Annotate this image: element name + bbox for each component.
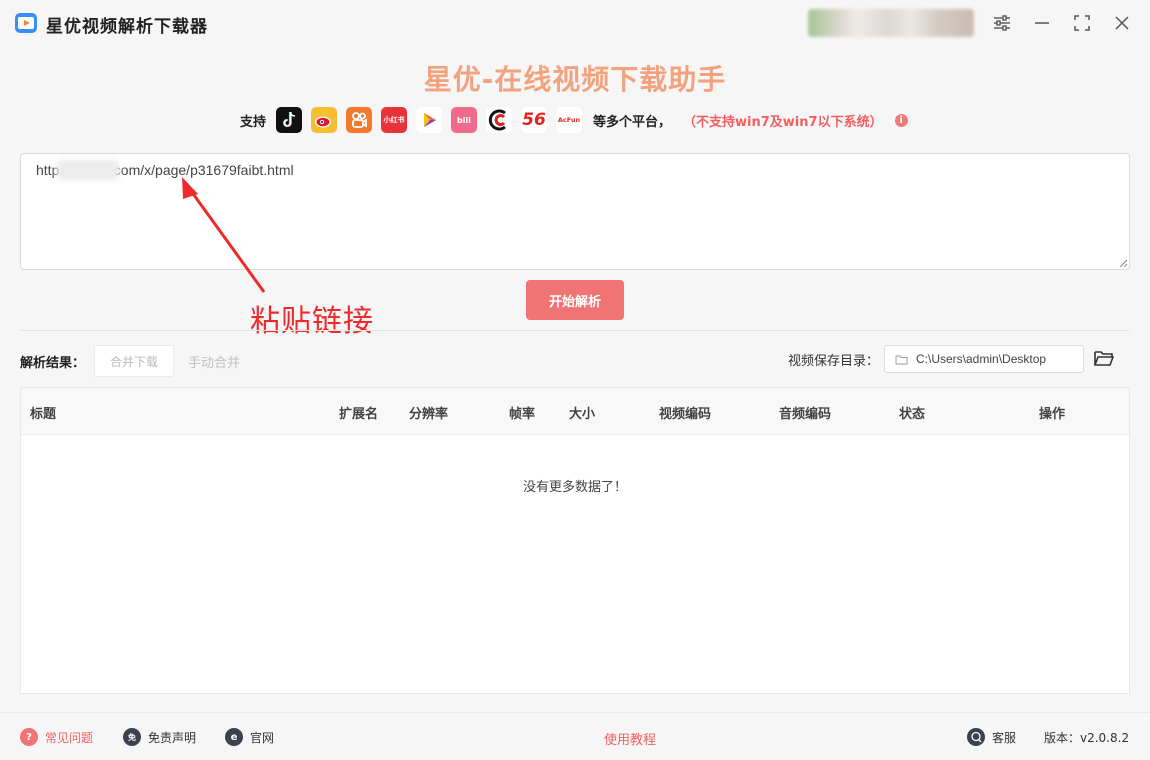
title-bar: 星优视频解析下载器 — [0, 0, 1150, 46]
tutorial-link[interactable]: 使用教程 — [604, 729, 656, 748]
website-link[interactable]: e 官网 — [225, 728, 274, 746]
kuaishou-icon — [346, 107, 373, 133]
column-header-action: 操作 — [1039, 407, 1066, 422]
maximize-icon[interactable] — [1072, 13, 1092, 33]
xiaohongshu-icon: 小红书 — [381, 107, 408, 133]
cctv-icon — [486, 107, 513, 133]
column-header-extension: 扩展名 — [339, 407, 379, 422]
support-label: 客服 — [992, 730, 1017, 745]
acfun-icon: AcFun — [556, 107, 583, 133]
result-label: 解析结果： — [20, 356, 86, 371]
disclaimer-icon: 免 — [123, 728, 141, 746]
chat-icon — [967, 728, 985, 746]
empty-message: 没有更多数据了！ — [522, 480, 627, 495]
start-parse-button[interactable]: 开始解析 — [526, 280, 624, 320]
merge-download-button[interactable]: 合并下载 — [94, 345, 174, 377]
faq-label: 常见问题 — [45, 730, 94, 745]
tiktok-icon — [276, 107, 303, 133]
annotation-arrow-icon — [182, 177, 266, 293]
version-label: 版本：v2.0.8.2 — [1044, 731, 1130, 745]
column-header-size: 大小 — [569, 407, 596, 422]
resize-grip-icon[interactable] — [1118, 258, 1128, 268]
open-folder-icon[interactable] — [1093, 348, 1115, 368]
disclaimer-link[interactable]: 免 免责声明 — [123, 728, 196, 746]
url-redaction — [56, 160, 120, 180]
app-logo-icon — [15, 13, 37, 33]
settings-icon[interactable] — [992, 13, 1012, 33]
iqiyi-play-icon — [416, 107, 443, 133]
app-title: 星优视频解析下载器 — [46, 17, 208, 37]
weibo-icon — [311, 107, 338, 133]
column-header-title: 标题 — [30, 407, 57, 422]
support-label: 支持 — [240, 114, 267, 130]
save-dir-value: C:\Users\admin\Desktop — [916, 352, 1047, 366]
faq-link[interactable]: ? 常见问题 — [20, 728, 93, 746]
footer: ? 常见问题 免 免责声明 e 官网 使用教程 客服 版本：v2.0.8.2 — [0, 712, 1150, 760]
browser-icon: e — [225, 728, 243, 746]
help-icon: ? — [20, 728, 38, 746]
divider — [20, 330, 1130, 331]
supported-platforms: 支持 小红书 bili 56 AcFun 等多个平台， （不支持win7及win… — [240, 106, 908, 134]
minimize-icon[interactable] — [1032, 13, 1052, 33]
folder-icon — [895, 355, 908, 364]
headline: 星优-在线视频下载助手 — [423, 63, 727, 96]
bilibili-icon: bili — [451, 107, 478, 133]
column-header-audio-codec: 音频编码 — [779, 407, 832, 422]
results-table: 标题 扩展名 分辨率 帧率 大小 视频编码 音频编码 状态 操作 没有更多数据了… — [20, 387, 1130, 694]
close-icon[interactable] — [1112, 13, 1132, 33]
platforms-more-label: 等多个平台， — [593, 114, 672, 130]
website-label: 官网 — [250, 730, 275, 745]
disclaimer-label: 免责声明 — [148, 730, 197, 745]
support-link[interactable]: 客服 — [967, 728, 1016, 746]
save-dir-label: 视频保存目录： — [788, 354, 880, 369]
column-header-resolution: 分辨率 — [409, 407, 449, 422]
column-header-framerate: 帧率 — [509, 407, 536, 422]
manual-merge-button[interactable]: 手动合并 — [188, 352, 240, 371]
table-header: 标题 扩展名 分辨率 帧率 大小 视频编码 音频编码 状态 操作 — [21, 388, 1129, 435]
column-header-status: 状态 — [899, 407, 926, 422]
system-warning: （不支持win7及win7以下系统） — [683, 114, 883, 130]
annotation-label: 粘贴链接 — [250, 304, 374, 339]
user-avatar[interactable] — [808, 9, 974, 37]
info-icon[interactable]: i — [894, 113, 908, 127]
56-icon: 56 — [521, 107, 548, 133]
save-dir-field[interactable]: C:\Users\admin\Desktop — [884, 345, 1084, 373]
column-header-video-codec: 视频编码 — [659, 407, 712, 422]
